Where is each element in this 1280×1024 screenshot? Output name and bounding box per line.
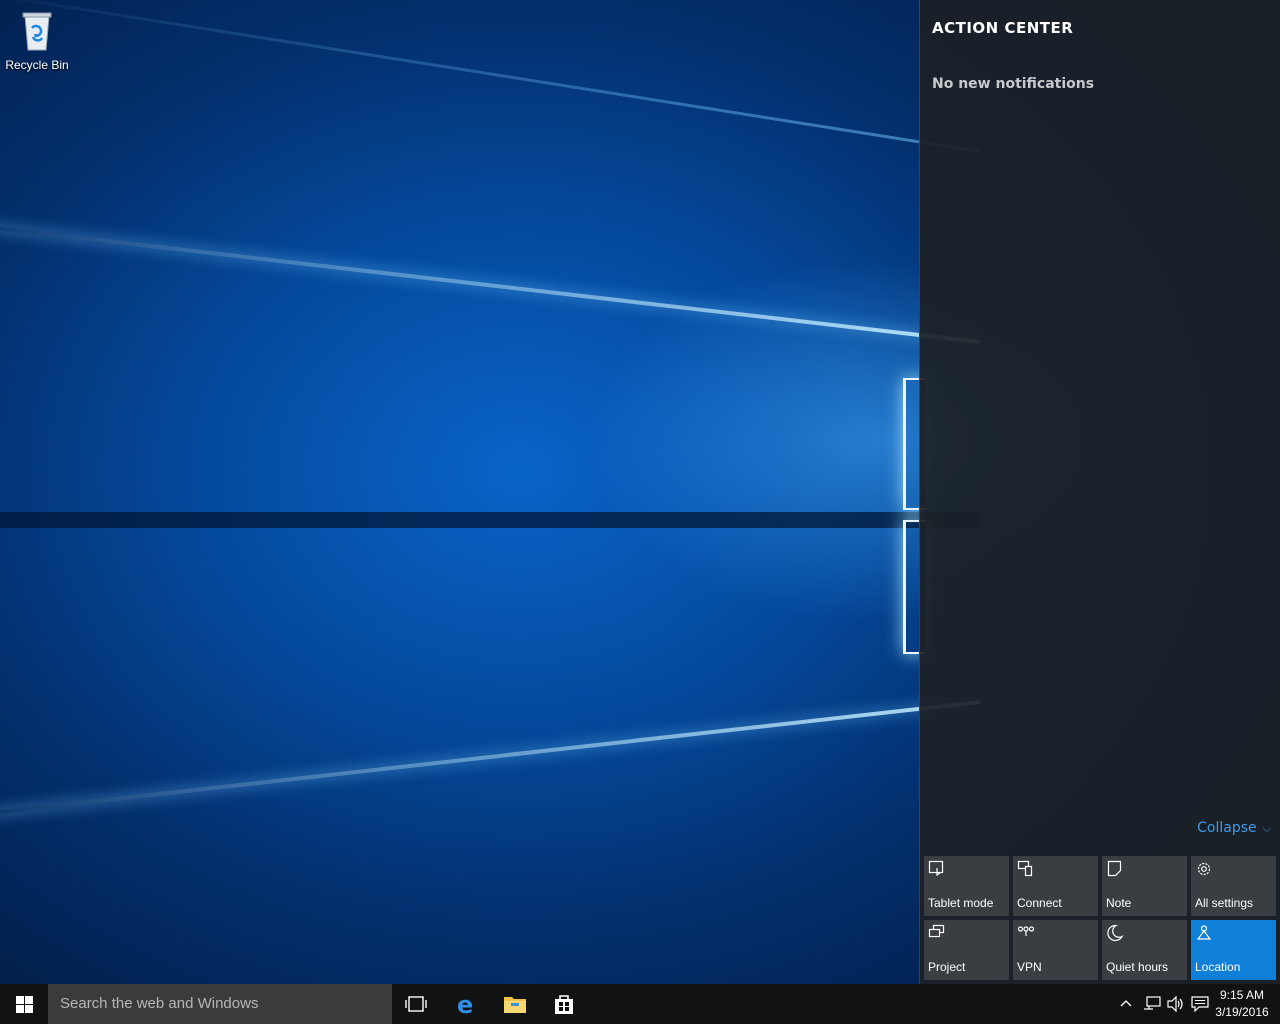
quick-action-tablet-mode[interactable]: Tablet mode [924,856,1009,916]
wallpaper-light-beam [0,700,981,820]
desktop-icon-label: Recycle Bin [5,58,69,72]
action-center-button[interactable] [1189,984,1211,1024]
edge-button[interactable]: e [443,984,491,1024]
quick-action-label: Project [928,960,966,974]
quick-action-label: Location [1195,960,1241,974]
quick-action-label: VPN [1017,960,1042,974]
desktop-icon-recycle-bin[interactable]: Recycle Bin [4,6,70,76]
store-icon [555,995,573,1014]
quick-action-all-settings[interactable]: All settings [1191,856,1276,916]
wallpaper-light-beam [0,0,981,153]
taskbar: Search the web and Windows e 9:15 AM 3/1… [0,984,1280,1024]
show-hidden-icons-button[interactable] [1117,984,1137,1024]
action-center-panel: ACTION CENTER No new notifications Colla… [919,0,1280,984]
quick-action-quiet-hours[interactable]: Quiet hours [1102,920,1187,980]
project-icon [928,924,946,946]
quick-action-label: Tablet mode [928,896,994,910]
volume-button[interactable] [1165,984,1187,1024]
action-center-title: ACTION CENTER [932,19,1074,37]
chevron-up-icon [1120,1000,1132,1007]
wallpaper-light-beam [0,512,980,528]
search-box[interactable]: Search the web and Windows [48,984,392,1024]
wallpaper-light-beam [0,220,981,344]
quick-action-connect[interactable]: Connect [1013,856,1098,916]
quick-action-label: All settings [1195,896,1254,910]
no-notifications-message: No new notifications [932,76,1095,92]
clock-date: 3/19/2016 [1215,1005,1269,1019]
quick-action-note[interactable]: Note [1102,856,1187,916]
clock-time: 9:15 AM [1219,988,1265,1002]
svg-text:e: e [457,992,473,1016]
gear-icon [1195,860,1213,882]
store-button[interactable] [540,984,588,1024]
search-placeholder: Search the web and Windows [60,995,259,1012]
network-button[interactable] [1141,984,1163,1024]
windows-logo-icon [16,996,33,1013]
quick-action-vpn[interactable]: VPN [1013,920,1098,980]
quick-action-location[interactable]: Location [1191,920,1276,980]
collapse-label: Collapse [1197,820,1257,836]
note-icon [1106,860,1124,882]
action-center-icon [1191,996,1209,1012]
volume-icon [1167,996,1183,1012]
taskbar-clock[interactable]: 9:15 AM 3/19/2016 [1210,987,1274,1021]
location-icon [1195,924,1213,946]
recycle-bin-icon [22,10,52,56]
task-view-button[interactable] [392,984,440,1024]
quick-action-label: Quiet hours [1106,960,1169,974]
network-icon [1144,996,1161,1010]
file-explorer-icon [504,997,526,1013]
quick-action-project[interactable]: Project [924,920,1009,980]
moon-icon [1106,924,1124,946]
task-view-icon [405,996,427,1012]
edge-icon: e [457,992,473,1016]
quick-action-label: Connect [1017,896,1062,910]
chevron-down-icon: ⌵ [1262,822,1271,835]
connect-icon [1017,860,1035,882]
quick-action-label: Note [1106,896,1132,910]
tablet-mode-icon [928,860,946,882]
vpn-icon [1017,924,1035,946]
collapse-button[interactable]: Collapse ⌵ [1197,820,1271,836]
file-explorer-button[interactable] [491,984,539,1024]
start-button[interactable] [0,984,48,1024]
